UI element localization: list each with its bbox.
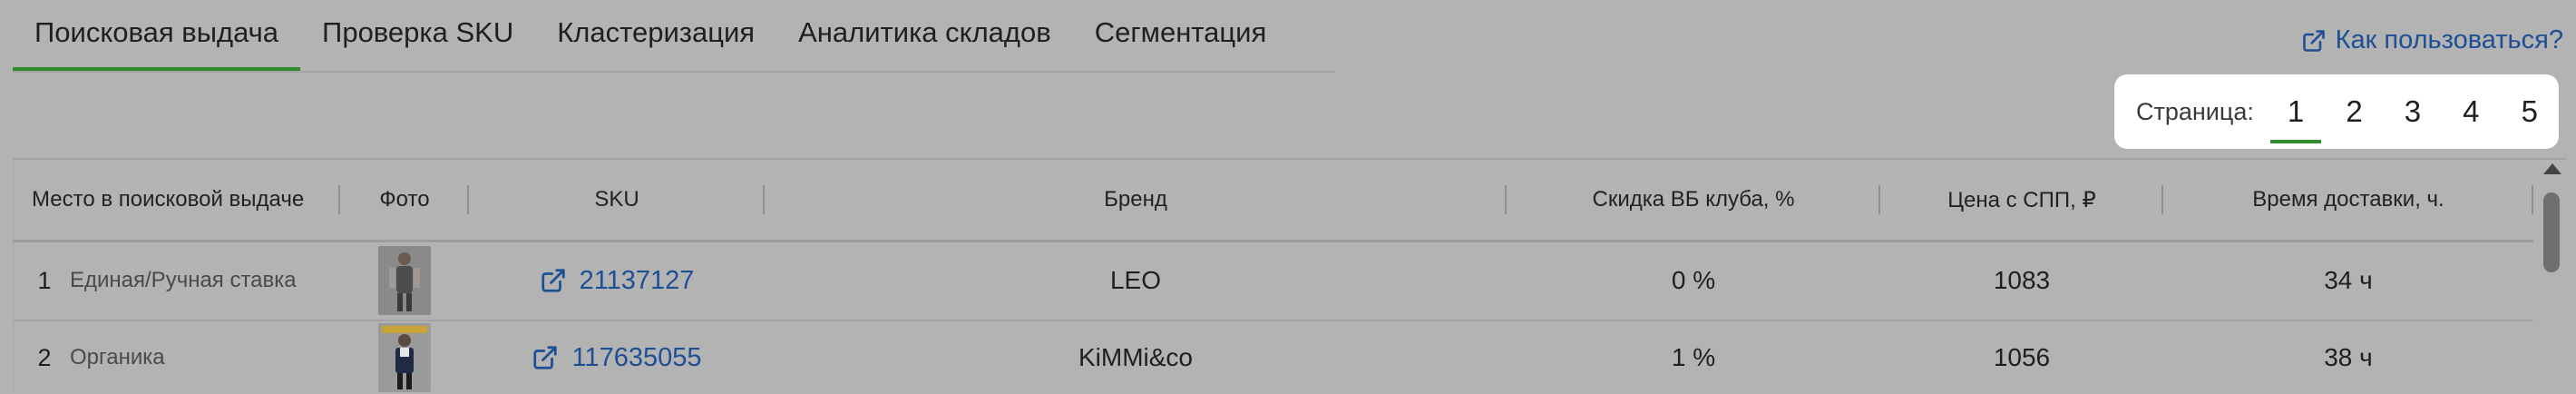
- delivery-value: 34 ч: [2324, 266, 2373, 294]
- sku-cell: 21137127: [469, 241, 765, 320]
- column-header-photo[interactable]: Фото: [340, 160, 469, 240]
- external-link-icon: [2302, 29, 2325, 52]
- price-value: 1083: [1993, 266, 2051, 294]
- placement-type: Единая/Ручная ставка: [70, 268, 297, 292]
- product-photo[interactable]: [378, 246, 431, 315]
- how-to-use-link[interactable]: Как пользоваться?: [2301, 25, 2563, 55]
- page-label: Страница:: [2136, 97, 2254, 125]
- table-row[interactable]: 2 Органика 117635055 KiMMi&co 1 % 1056 3…: [14, 321, 2533, 394]
- column-header-delivery[interactable]: Время доставки, ч.: [2163, 160, 2533, 240]
- how-to-use-label: Как пользоваться?: [2335, 25, 2563, 54]
- page-button-3[interactable]: 3: [2384, 74, 2442, 149]
- table-scrollbar[interactable]: [2540, 160, 2565, 390]
- sku-link[interactable]: 21137127: [540, 265, 695, 296]
- scroll-up-arrow-icon[interactable]: [2543, 163, 2561, 174]
- external-link-icon: [533, 346, 558, 369]
- product-photo[interactable]: [378, 323, 431, 392]
- delivery-cell: 38 ч: [2163, 321, 2533, 394]
- sku-link[interactable]: 117635055: [532, 342, 702, 373]
- column-header-place[interactable]: Место в поисковой выдаче: [14, 160, 340, 240]
- photo-cell: [340, 321, 469, 394]
- brand-value: LEO: [1109, 266, 1162, 294]
- column-header-brand[interactable]: Бренд: [765, 160, 1507, 240]
- column-header-sku[interactable]: SKU: [469, 160, 765, 240]
- discount-cell: 1 %: [1507, 321, 1880, 394]
- column-header-discount[interactable]: Скидка ВБ клуба, %: [1507, 160, 1880, 240]
- place-cell: 2 Органика: [14, 321, 340, 394]
- table-header: Место в поисковой выдаче Фото SKU Бренд …: [14, 160, 2533, 242]
- tab-bar: Поисковая выдача Проверка SKU Кластериза…: [13, 0, 1335, 73]
- price-cell: 1083: [1880, 241, 2163, 320]
- place-cell: 1 Единая/Ручная ставка: [14, 241, 340, 320]
- placement-type: Органика: [70, 345, 165, 369]
- page-button-1[interactable]: 1: [2267, 74, 2325, 149]
- tab-warehouse-analytics[interactable]: Аналитика складов: [776, 0, 1073, 71]
- tab-segmentation[interactable]: Сегментация: [1073, 0, 1289, 71]
- price-value: 1056: [1993, 343, 2051, 371]
- place-number: 1: [37, 266, 52, 294]
- page-button-4[interactable]: 4: [2442, 74, 2500, 149]
- price-cell: 1056: [1880, 321, 2163, 394]
- place-number: 2: [37, 343, 52, 371]
- discount-cell: 0 %: [1507, 241, 1880, 320]
- brand-value: KiMMi&co: [1078, 343, 1193, 371]
- brand-cell: KiMMi&co: [765, 321, 1507, 394]
- pagination: Страница: 1 2 3 4 5: [2114, 74, 2559, 149]
- column-header-price[interactable]: Цена с СПП, ₽: [1880, 160, 2163, 240]
- tab-sku-check[interactable]: Проверка SKU: [300, 0, 535, 71]
- search-results-table: Место в поисковой выдаче Фото SKU Бренд …: [13, 158, 2566, 392]
- tab-clustering[interactable]: Кластеризация: [535, 0, 776, 71]
- brand-cell: LEO: [765, 241, 1507, 320]
- discount-value: 0 %: [1671, 266, 1716, 294]
- delivery-value: 38 ч: [2324, 343, 2373, 371]
- sku-value: 117635055: [571, 342, 702, 372]
- sku-value: 21137127: [579, 265, 695, 295]
- delivery-cell: 34 ч: [2163, 241, 2533, 320]
- sku-cell: 117635055: [469, 321, 765, 394]
- scrollbar-thumb[interactable]: [2543, 192, 2560, 272]
- tab-search-results[interactable]: Поисковая выдача: [13, 0, 301, 71]
- photo-cell: [340, 241, 469, 320]
- page-button-5[interactable]: 5: [2501, 74, 2559, 149]
- table-row[interactable]: 1 Единая/Ручная ставка 21137127 LEO 0 % …: [14, 241, 2533, 321]
- page-button-2[interactable]: 2: [2325, 74, 2383, 149]
- discount-value: 1 %: [1671, 343, 1716, 371]
- external-link-icon: [541, 269, 565, 292]
